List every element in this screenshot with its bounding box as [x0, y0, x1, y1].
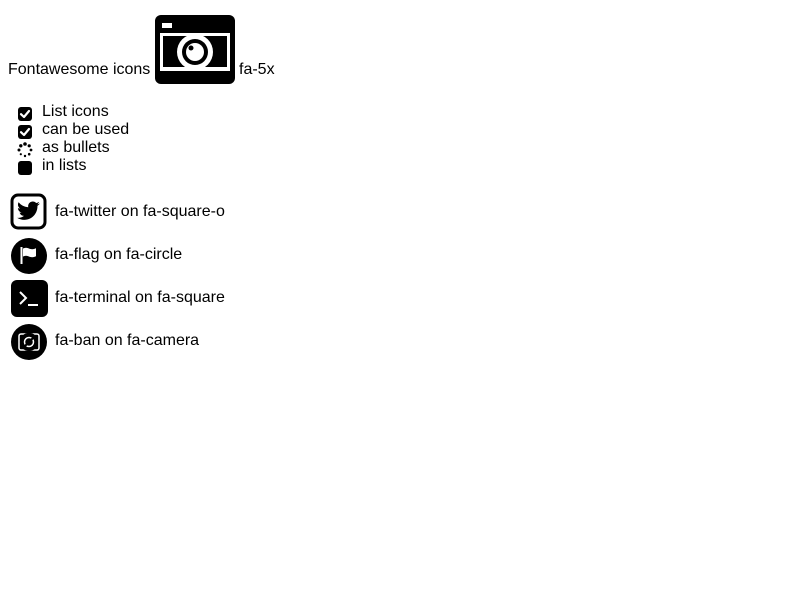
stack-item-label: fa-twitter on fa-square-o — [55, 203, 225, 220]
ban-on-camera-icon — [10, 322, 48, 360]
stack-item-label: fa-flag on fa-circle — [55, 246, 183, 263]
spinner-icon — [17, 142, 33, 158]
list-item-label: in lists — [42, 157, 87, 174]
list-item-label: as bullets — [42, 139, 110, 156]
heading-suffix: fa-5x — [239, 61, 275, 78]
check-square-icon — [17, 124, 33, 140]
twitter-on-square-o-icon — [10, 193, 48, 231]
square-icon — [17, 160, 33, 176]
flag-on-circle-icon — [10, 236, 48, 274]
heading-text: Fontawesome icons — [8, 61, 151, 78]
terminal-on-square-icon — [10, 279, 48, 317]
list-item-label: List icons — [42, 103, 109, 120]
stack-item-label: fa-terminal on fa-square — [55, 289, 225, 306]
stack-item-label: fa-ban on fa-camera — [55, 332, 200, 349]
list-item-label: can be used — [42, 121, 130, 138]
check-square-icon — [17, 106, 33, 122]
camera-icon — [155, 15, 235, 84]
